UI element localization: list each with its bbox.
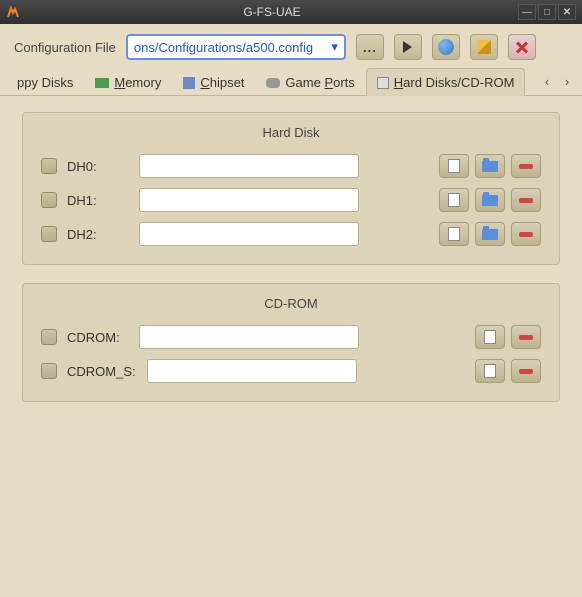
cdrom-remove-button[interactable] — [511, 325, 541, 349]
dh0-input[interactable] — [139, 154, 359, 178]
folder-icon — [482, 161, 498, 172]
titlebar: G-FS-UAE — □ ✕ — [0, 0, 582, 24]
dh0-row: DH0: — [41, 154, 541, 178]
folder-icon — [482, 195, 498, 206]
dh2-new-button[interactable] — [439, 222, 469, 246]
edit-button[interactable] — [470, 34, 498, 60]
dh1-remove-button[interactable] — [511, 188, 541, 212]
tab-scroll-right[interactable]: › — [558, 73, 576, 91]
window-controls: — □ ✕ — [518, 4, 576, 20]
dh1-new-button[interactable] — [439, 188, 469, 212]
minus-icon — [519, 164, 533, 169]
dh2-row: DH2: — [41, 222, 541, 246]
dh1-input[interactable] — [139, 188, 359, 212]
tab-panel: Hard Disk DH0: DH1: — [0, 96, 582, 597]
config-file-label: Configuration File — [14, 40, 116, 55]
cdrom-group: CD-ROM CDROM: CDROM_S: — [22, 283, 560, 402]
document-icon — [484, 364, 496, 378]
tab-scroll: ‹ › — [538, 73, 576, 91]
web-button[interactable] — [432, 34, 460, 60]
cdrom-row: CDROM: — [41, 325, 541, 349]
minus-icon — [519, 198, 533, 203]
close-button[interactable]: ✕ — [558, 4, 576, 20]
folder-icon — [482, 229, 498, 240]
tab-label: Memory — [114, 75, 161, 90]
minus-icon — [519, 232, 533, 237]
tab-label: ppy Disks — [17, 75, 73, 90]
browse-config-button[interactable]: ... — [356, 34, 384, 60]
tab-game-ports[interactable]: Game Ports — [255, 68, 365, 96]
harddisk-group: Hard Disk DH0: DH1: — [22, 112, 560, 265]
cdrom-s-remove-button[interactable] — [511, 359, 541, 383]
dh1-label: DH1: — [67, 193, 129, 208]
edit-icon — [477, 40, 491, 54]
dh2-checkbox[interactable] — [41, 226, 57, 242]
tab-memory[interactable]: Memory — [84, 68, 172, 96]
document-icon — [448, 159, 460, 173]
config-file-select[interactable]: ons/Configurations/a500.config ▾ — [126, 34, 346, 60]
dh1-checkbox[interactable] — [41, 192, 57, 208]
dh1-browse-button[interactable] — [475, 188, 505, 212]
maximize-button[interactable]: □ — [538, 4, 556, 20]
minus-icon — [519, 335, 533, 340]
tab-hard-disks-cdrom[interactable]: Hard Disks/CD-ROM — [366, 68, 526, 96]
chevron-down-icon: ▾ — [331, 39, 338, 55]
x-icon — [515, 40, 529, 54]
document-icon — [484, 330, 496, 344]
cdrom-input[interactable] — [139, 325, 359, 349]
disk-icon — [377, 77, 389, 89]
run-button[interactable] — [394, 34, 422, 60]
dh2-remove-button[interactable] — [511, 222, 541, 246]
play-icon — [403, 41, 412, 53]
dh2-input[interactable] — [139, 222, 359, 246]
tab-scroll-left[interactable]: ‹ — [538, 73, 556, 91]
tab-label: Chipset — [200, 75, 244, 90]
cdrom-new-button[interactable] — [475, 325, 505, 349]
dh0-checkbox[interactable] — [41, 158, 57, 174]
dh0-label: DH0: — [67, 159, 129, 174]
content-area: Configuration File ons/Configurations/a5… — [0, 24, 582, 597]
dh2-browse-button[interactable] — [475, 222, 505, 246]
config-bar: Configuration File ons/Configurations/a5… — [0, 24, 582, 68]
dh0-new-button[interactable] — [439, 154, 469, 178]
chipset-icon — [183, 77, 195, 89]
document-icon — [448, 193, 460, 207]
app-icon — [6, 5, 20, 19]
memory-icon — [95, 78, 109, 88]
tab-bar: ppy Disks Memory Chipset Game Ports Hard… — [0, 68, 582, 96]
cdrom-s-new-button[interactable] — [475, 359, 505, 383]
ellipsis-icon: ... — [363, 40, 377, 55]
delete-config-button[interactable] — [508, 34, 536, 60]
harddisk-title: Hard Disk — [41, 125, 541, 140]
document-icon — [448, 227, 460, 241]
dh1-row: DH1: — [41, 188, 541, 212]
gamepad-icon — [266, 78, 280, 88]
minus-icon — [519, 369, 533, 374]
cdrom-title: CD-ROM — [41, 296, 541, 311]
tab-chipset[interactable]: Chipset — [172, 68, 255, 96]
tab-floppy-disks[interactable]: ppy Disks — [6, 68, 84, 96]
cdrom-s-label: CDROM_S: — [67, 364, 137, 379]
tab-label: Game Ports — [285, 75, 354, 90]
dh0-browse-button[interactable] — [475, 154, 505, 178]
cdrom-checkbox[interactable] — [41, 329, 57, 345]
window-title: G-FS-UAE — [26, 5, 518, 19]
cdrom-label: CDROM: — [67, 330, 129, 345]
dh0-remove-button[interactable] — [511, 154, 541, 178]
minimize-button[interactable]: — — [518, 4, 536, 20]
globe-icon — [438, 39, 454, 55]
cdrom-s-checkbox[interactable] — [41, 363, 57, 379]
cdrom-s-row: CDROM_S: — [41, 359, 541, 383]
tab-label: Hard Disks/CD-ROM — [394, 75, 515, 90]
config-file-value: ons/Configurations/a500.config — [134, 40, 331, 55]
dh2-label: DH2: — [67, 227, 129, 242]
cdrom-s-input[interactable] — [147, 359, 357, 383]
app-window: G-FS-UAE — □ ✕ Configuration File ons/Co… — [0, 0, 582, 597]
